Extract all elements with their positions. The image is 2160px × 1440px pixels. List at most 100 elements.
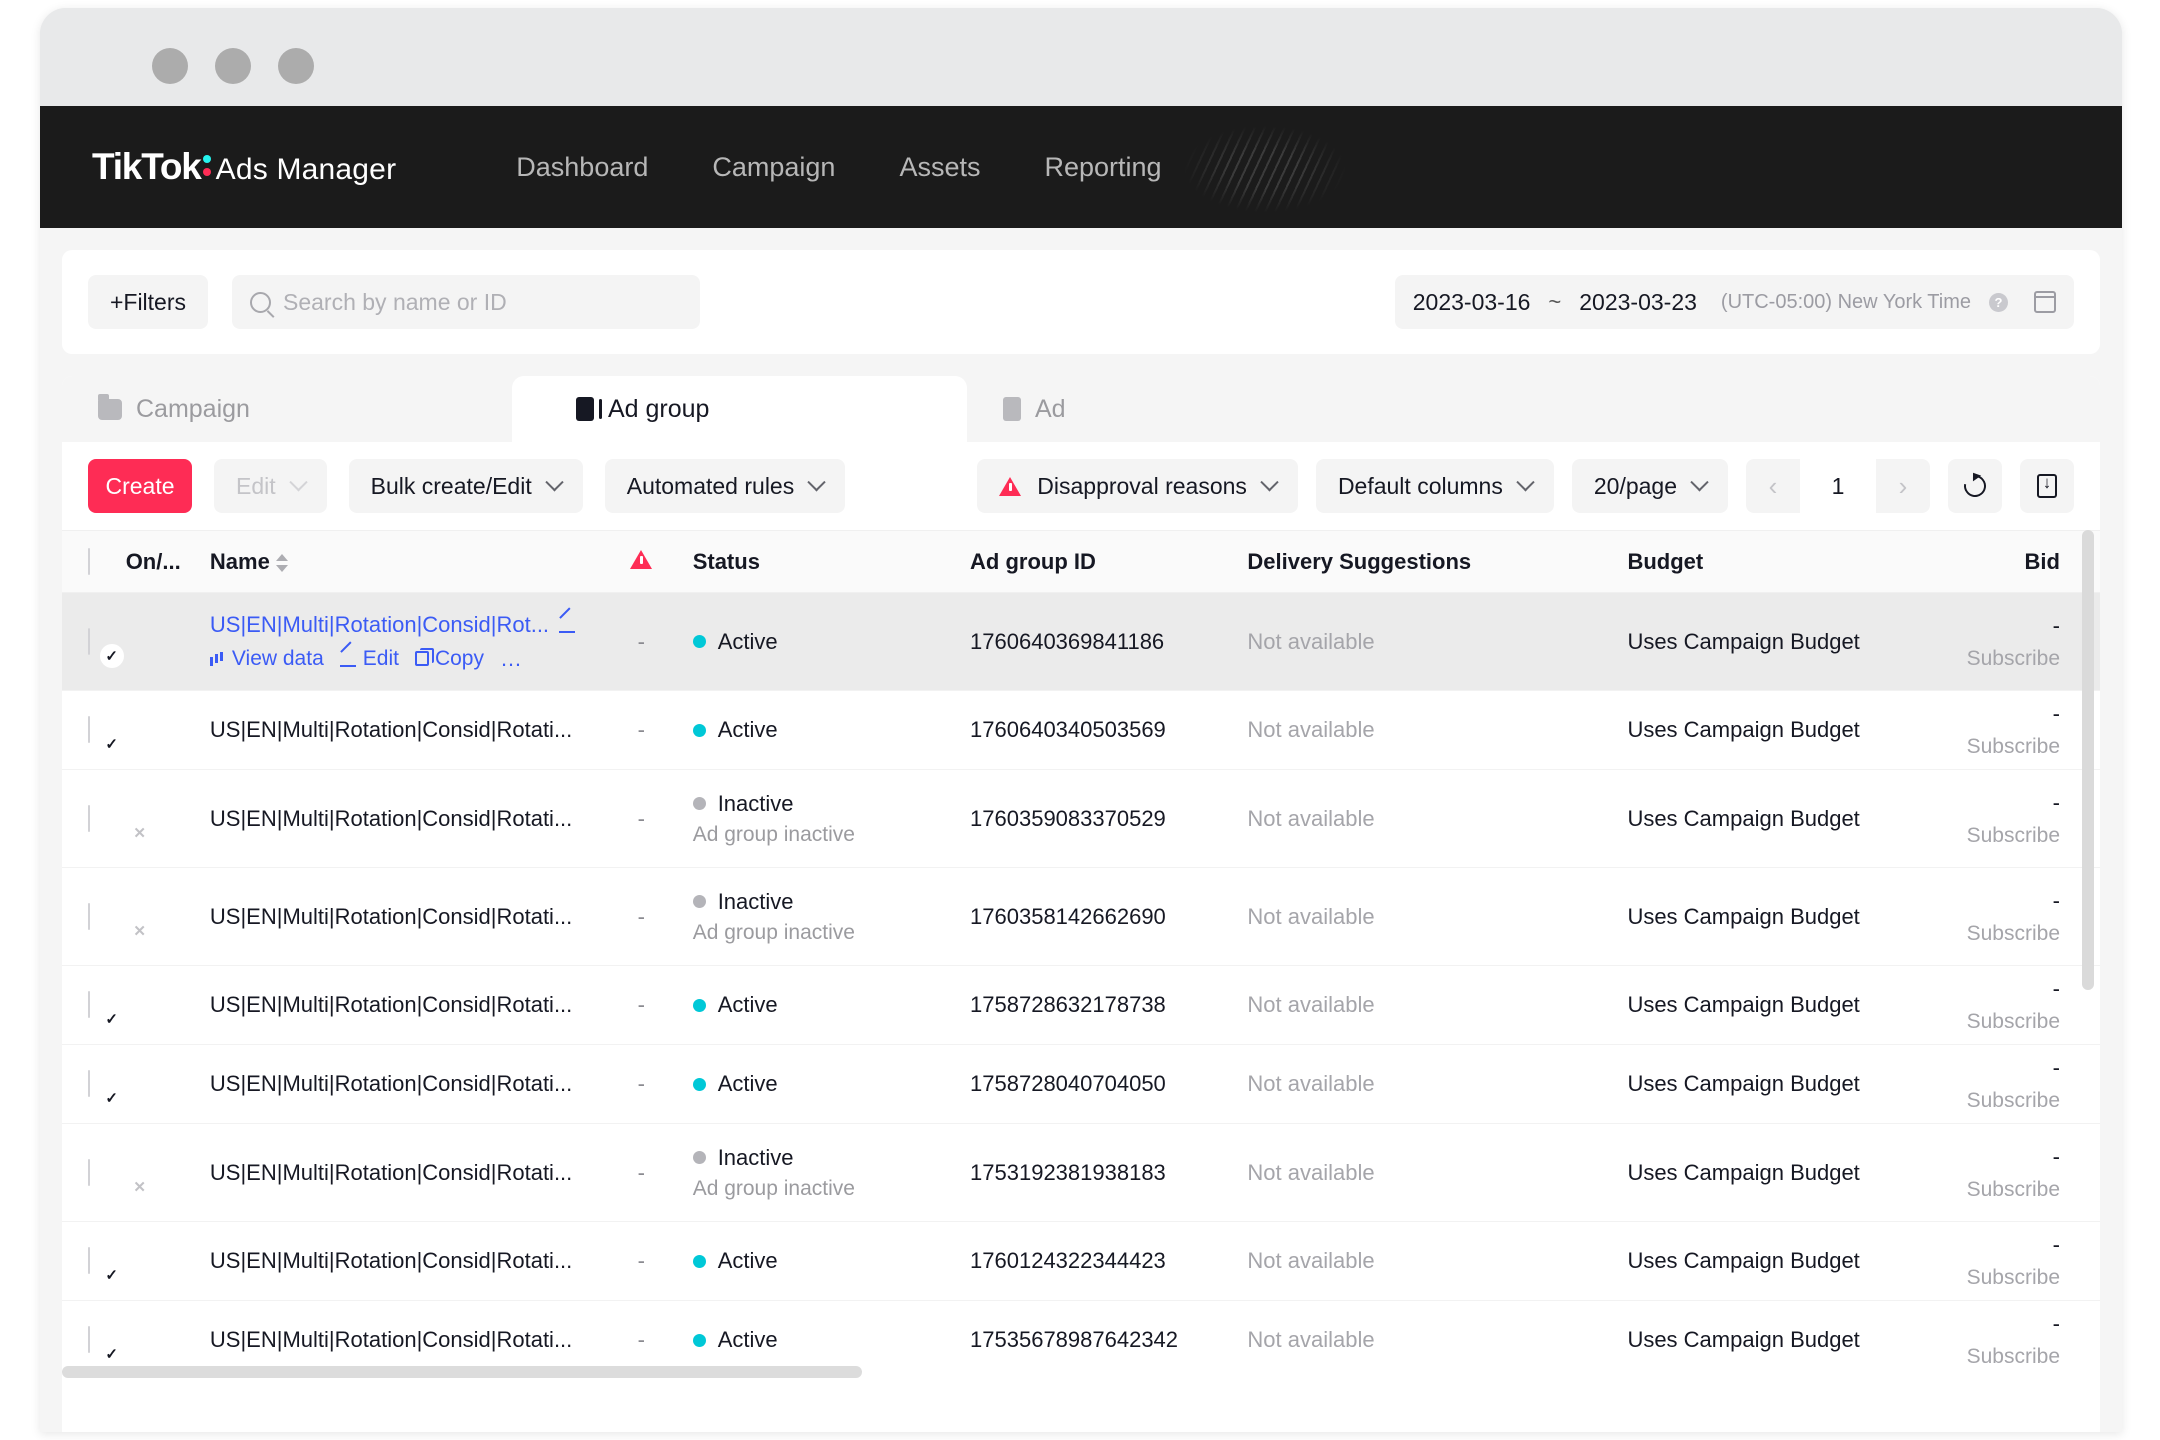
table-row[interactable]: ✓ US|EN|Multi|Rotation|Consid|Rotati... - A…	[62, 691, 2100, 770]
bulk-create-edit-label: Bulk create/Edit	[370, 472, 532, 499]
row-checkbox[interactable]	[88, 804, 90, 832]
select-all-checkbox[interactable]	[88, 547, 90, 575]
row-delivery-suggestions: Not available	[1247, 628, 1375, 654]
table-row[interactable]: ✓ US|EN|Multi|Rotation|Consid|Rotati... - A…	[62, 1045, 2100, 1124]
bid-subscribe-link[interactable]: Subscribe	[1915, 1178, 2060, 1202]
ad-group-name[interactable]: US|EN|Multi|Rotation|Consid|Rotati...	[210, 992, 580, 1018]
row-checkbox[interactable]	[88, 1070, 90, 1097]
bid-subscribe-link[interactable]: Subscribe	[1915, 824, 2060, 848]
table-row[interactable]: ✓ US|EN|Multi|Rotation|Consid|Rotati... - A…	[62, 966, 2100, 1045]
next-page-button[interactable]: ›	[1876, 459, 1930, 513]
create-button[interactable]: Create	[88, 459, 192, 513]
page-number-input[interactable]: 1	[1800, 459, 1876, 513]
table-row[interactable]: ✓ US|EN|Multi|Rotation|Consid|Rot... View …	[62, 592, 2100, 691]
bid-subscribe-link[interactable]: Subscribe	[1915, 1266, 2060, 1290]
pencil-icon	[339, 650, 357, 667]
ad-group-name[interactable]: US|EN|Multi|Rotation|Consid|Rotati...	[210, 806, 580, 832]
view-data-action[interactable]: View data	[209, 647, 324, 671]
close-dot[interactable]	[152, 48, 188, 84]
horizontal-scrollbar-track[interactable]	[62, 1366, 2100, 1380]
tab-ad-group[interactable]: Ad group	[512, 376, 967, 442]
row-delivery-suggestions: Not available	[1247, 903, 1375, 929]
tab-ad[interactable]: Ad	[967, 376, 1367, 442]
header-warning	[589, 530, 693, 593]
row-checkbox[interactable]	[88, 627, 90, 655]
bid-subscribe-link[interactable]: Subscribe	[1915, 1010, 2060, 1034]
status-label: Inactive	[717, 1144, 794, 1170]
ad-group-name[interactable]: US|EN|Multi|Rotation|Consid|Rotati...	[210, 1071, 580, 1097]
header-name[interactable]: Name	[209, 530, 590, 593]
row-name-cell: US|EN|Multi|Rotation|Consid|Rotati...	[210, 868, 590, 966]
nav-item-campaign[interactable]: Campaign	[680, 152, 867, 183]
status-label: Active	[717, 1327, 778, 1352]
row-checkbox[interactable]	[88, 1247, 90, 1274]
vertical-scrollbar[interactable]	[2082, 530, 2094, 990]
status-label: Active	[717, 1248, 778, 1273]
download-button[interactable]	[2020, 459, 2074, 513]
status-badge: Active	[692, 1071, 970, 1097]
prev-page-button[interactable]: ‹	[1746, 459, 1800, 513]
row-status-cell: Inactive Ad group inactive	[692, 868, 970, 966]
table-row[interactable]: ✕ US|EN|Multi|Rotation|Consid|Rotati... - I…	[62, 1124, 2100, 1222]
table-row[interactable]: ✓ US|EN|Multi|Rotation|Consid|Rotati... - A…	[62, 1222, 2100, 1301]
table-row[interactable]: ✕ US|EN|Multi|Rotation|Consid|Rotati... - I…	[62, 868, 2100, 966]
filters-button[interactable]: +Filters	[88, 275, 208, 329]
date-range-picker[interactable]: 2023-03-16 ~ 2023-03-23 (UTC-05:00) New …	[1394, 275, 2074, 329]
row-name-cell: US|EN|Multi|Rotation|Consid|Rotati...	[210, 1045, 590, 1124]
bid-value: -	[2052, 1143, 2060, 1169]
sort-icon[interactable]	[275, 553, 288, 573]
row-ad-group-id: 1760124322344423	[970, 1248, 1166, 1273]
default-columns-button[interactable]: Default columns	[1315, 459, 1554, 513]
nav-item-reporting[interactable]: Reporting	[1012, 152, 1193, 183]
disapproval-reasons-button[interactable]: Disapproval reasons	[977, 459, 1298, 513]
more-actions-button[interactable]: …	[500, 646, 524, 672]
table-row[interactable]: ✕ US|EN|Multi|Rotation|Consid|Rotati... - I…	[62, 770, 2100, 868]
edit-name-icon[interactable]	[559, 616, 576, 633]
search-input-wrapper[interactable]: Search by name or ID	[232, 275, 700, 329]
row-checkbox[interactable]	[88, 902, 90, 930]
table-toolbar: Create Edit Bulk create/Edit Automated r…	[62, 442, 2100, 530]
edit-action[interactable]: Edit	[339, 647, 399, 671]
row-checkbox[interactable]	[88, 991, 90, 1018]
ad-group-name[interactable]: US|EN|Multi|Rotation|Consid|Rotati...	[210, 1327, 580, 1353]
edit-button-label: Edit	[236, 472, 276, 499]
bid-subscribe-link[interactable]: Subscribe	[1915, 922, 2060, 946]
row-checkbox[interactable]	[88, 716, 90, 743]
help-icon[interactable]: ?	[1989, 292, 2008, 312]
nav-item-dashboard[interactable]: Dashboard	[484, 152, 680, 183]
bid-subscribe-link[interactable]: Subscribe	[1915, 735, 2060, 759]
horizontal-scrollbar-thumb[interactable]	[62, 1366, 862, 1378]
edit-button[interactable]: Edit	[214, 459, 327, 513]
date-end[interactable]: 2023-03-23	[1579, 289, 1697, 316]
ad-group-name[interactable]: US|EN|Multi|Rotation|Consid|Rotati...	[210, 1160, 580, 1186]
row-name-cell: US|EN|Multi|Rotation|Consid|Rotati...	[210, 966, 590, 1045]
ad-group-name[interactable]: US|EN|Multi|Rotation|Consid|Rotati...	[210, 1248, 580, 1274]
date-start[interactable]: 2023-03-16	[1413, 289, 1531, 316]
page-size-select[interactable]: 20/page	[1571, 459, 1728, 513]
bid-subscribe-link[interactable]: Subscribe	[1915, 1089, 2060, 1113]
decorative-pattern	[1185, 126, 1345, 212]
row-checkbox[interactable]	[88, 1158, 90, 1186]
minimize-dot[interactable]	[215, 48, 251, 84]
ad-group-name[interactable]: US|EN|Multi|Rotation|Consid|Rotati...	[210, 904, 580, 930]
tab-campaign[interactable]: Campaign	[62, 376, 512, 442]
row-bid-cell: - Subscribe	[1915, 691, 2100, 770]
row-checkbox[interactable]	[88, 1326, 90, 1353]
tab-ad-group-label: Ad group	[608, 394, 710, 423]
copy-action[interactable]: Copy	[414, 647, 484, 671]
automated-rules-button[interactable]: Automated rules	[604, 459, 846, 513]
row-toggle-cell: ✓	[99, 691, 210, 770]
ad-group-name-link[interactable]: US|EN|Multi|Rotation|Consid|Rot...	[210, 612, 549, 638]
bulk-create-edit-button[interactable]: Bulk create/Edit	[348, 459, 583, 513]
top-navigation-bar: TikTok Ads Manager Dashboard Campaign As…	[40, 106, 2122, 228]
search-input[interactable]: Search by name or ID	[283, 289, 507, 316]
nav-item-assets[interactable]: Assets	[867, 152, 1012, 183]
tiktok-ads-manager-logo[interactable]: TikTok Ads Manager	[92, 146, 396, 188]
maximize-dot[interactable]	[278, 48, 314, 84]
calendar-icon[interactable]	[2034, 291, 2056, 313]
warning-triangle-icon	[999, 476, 1022, 496]
row-ad-group-id: 1760640369841186	[970, 628, 1165, 654]
ad-group-name[interactable]: US|EN|Multi|Rotation|Consid|Rotati...	[210, 717, 580, 743]
bid-subscribe-link[interactable]: Subscribe	[1915, 647, 2060, 671]
refresh-button[interactable]	[1948, 459, 2002, 513]
